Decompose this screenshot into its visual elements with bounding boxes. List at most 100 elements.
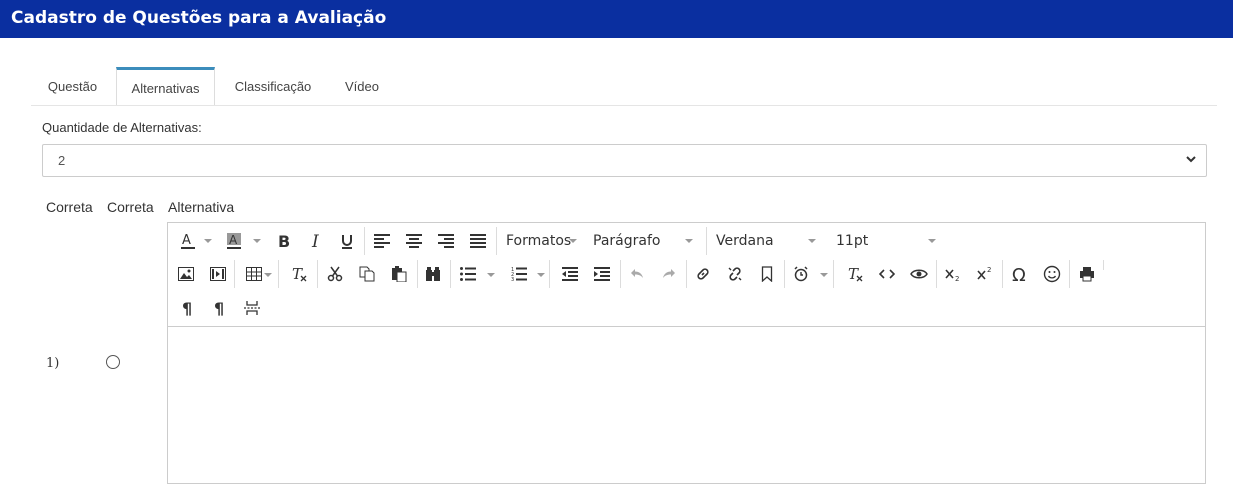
tab-label: Classificação xyxy=(234,79,312,94)
remove-format-button-2[interactable]: T xyxy=(843,262,867,286)
tab-label: Vídeo xyxy=(345,79,379,94)
text-color-button[interactable]: A xyxy=(176,229,200,253)
column-header-correta: Correta xyxy=(46,199,93,215)
bullet-list-icon xyxy=(460,267,476,281)
page-title: Cadastro de Questões para a Avaliação xyxy=(11,8,387,28)
font-size-dropdown[interactable]: 11pt xyxy=(836,229,941,253)
bullet-list-button[interactable] xyxy=(456,262,480,286)
undo-button[interactable] xyxy=(625,262,649,286)
bold-icon: B xyxy=(278,233,290,249)
toolbar-separator xyxy=(833,260,834,288)
print-button[interactable] xyxy=(1075,262,1099,286)
toolbar-separator xyxy=(1002,260,1003,288)
toolbar-separator xyxy=(278,260,279,288)
bookmark-icon xyxy=(761,266,773,282)
redo-icon xyxy=(663,269,675,278)
block-format-label: Parágrafo xyxy=(593,233,661,249)
redo-button[interactable] xyxy=(657,262,681,286)
tab-video[interactable]: Vídeo xyxy=(331,68,393,105)
insert-datetime-button[interactable] xyxy=(789,262,813,286)
special-character-button[interactable]: Ω xyxy=(1008,262,1032,286)
alternative-number: 1) xyxy=(46,356,60,371)
svg-text:¶: ¶ xyxy=(182,300,192,316)
code-icon xyxy=(879,269,895,279)
toolbar-separator xyxy=(496,227,497,255)
unlink-button[interactable] xyxy=(723,262,747,286)
toolbar-separator xyxy=(317,260,318,288)
align-right-button[interactable] xyxy=(434,229,458,253)
superscript-button[interactable]: 2 xyxy=(973,262,997,286)
chevron-down-icon[interactable] xyxy=(487,273,495,277)
toolbar-separator xyxy=(620,260,621,288)
italic-button[interactable]: I xyxy=(304,229,328,253)
svg-text:B: B xyxy=(278,233,290,249)
table-button[interactable] xyxy=(242,262,266,286)
tab-alternativas[interactable]: Alternativas xyxy=(116,67,215,105)
toolbar-separator xyxy=(1069,260,1070,288)
indent-icon xyxy=(594,267,610,281)
table-icon xyxy=(246,267,262,281)
font-family-dropdown[interactable]: Verdana xyxy=(716,229,821,253)
chevron-down-icon[interactable] xyxy=(253,239,261,243)
numbered-list-button[interactable]: 123 xyxy=(507,262,531,286)
insert-media-button[interactable] xyxy=(206,262,230,286)
bold-button[interactable]: B xyxy=(272,229,296,253)
correct-radio[interactable] xyxy=(106,355,120,369)
find-replace-button[interactable] xyxy=(421,262,445,286)
tab-label: Alternativas xyxy=(131,81,200,96)
binoculars-icon xyxy=(426,267,440,281)
emoticons-button[interactable] xyxy=(1040,262,1064,286)
column-header-correta-2: Correta xyxy=(107,199,154,215)
toolbar-separator xyxy=(417,260,418,288)
source-code-button[interactable] xyxy=(875,262,899,286)
chevron-down-icon[interactable] xyxy=(204,239,212,243)
insert-image-button[interactable] xyxy=(174,262,198,286)
svg-text:Ω: Ω xyxy=(1012,266,1026,282)
copy-button[interactable] xyxy=(355,262,379,286)
background-color-button[interactable]: A xyxy=(222,229,246,253)
chevron-down-icon[interactable] xyxy=(537,273,545,277)
undo-icon xyxy=(631,269,643,278)
unlink-icon xyxy=(728,267,742,281)
smiley-icon xyxy=(1043,265,1061,283)
insert-link-button[interactable] xyxy=(691,262,715,286)
quantity-value: 2 xyxy=(58,153,66,168)
preview-button[interactable] xyxy=(907,262,931,286)
svg-text:A: A xyxy=(182,233,191,248)
outdent-button[interactable] xyxy=(558,262,582,286)
chevron-down-icon[interactable] xyxy=(820,273,828,277)
align-center-button[interactable] xyxy=(402,229,426,253)
subscript-button[interactable]: 2 xyxy=(941,262,965,286)
editor-content-area[interactable] xyxy=(168,327,1205,483)
page-break-icon xyxy=(244,301,260,315)
block-format-dropdown[interactable]: Parágrafo xyxy=(593,229,698,253)
underline-button[interactable] xyxy=(335,229,359,253)
svg-text:2: 2 xyxy=(987,266,991,274)
align-justify-button[interactable] xyxy=(466,229,490,253)
svg-text:2: 2 xyxy=(955,275,959,282)
indent-button[interactable] xyxy=(590,262,614,286)
quantity-select[interactable]: 2 xyxy=(42,144,1207,177)
printer-icon xyxy=(1080,267,1094,282)
cut-button[interactable] xyxy=(323,262,347,286)
align-left-button[interactable] xyxy=(370,229,394,253)
anchor-button[interactable] xyxy=(755,262,779,286)
rtl-paragraph-button[interactable]: ¶ xyxy=(208,296,232,320)
background-color-icon: A xyxy=(227,233,241,249)
svg-text:¶: ¶ xyxy=(214,300,224,316)
page-break-button[interactable] xyxy=(240,296,264,320)
remove-format-button[interactable]: T xyxy=(287,262,311,286)
tab-questao[interactable]: Questão xyxy=(31,68,114,105)
tab-label: Questão xyxy=(47,79,98,94)
toolbar-separator xyxy=(364,227,365,255)
toolbar-separator xyxy=(706,227,707,255)
title-bar: Cadastro de Questões para a Avaliação xyxy=(0,0,1233,38)
ltr-paragraph-button[interactable]: ¶ xyxy=(176,296,200,320)
chevron-down-icon xyxy=(808,239,816,243)
clear-format-icon: T xyxy=(292,266,307,282)
tab-classificacao[interactable]: Classificação xyxy=(221,68,325,105)
formats-dropdown[interactable]: Formatos xyxy=(506,229,580,253)
toolbar-separator xyxy=(1103,260,1104,270)
chevron-down-icon[interactable] xyxy=(264,273,272,277)
paste-button[interactable] xyxy=(387,262,411,286)
